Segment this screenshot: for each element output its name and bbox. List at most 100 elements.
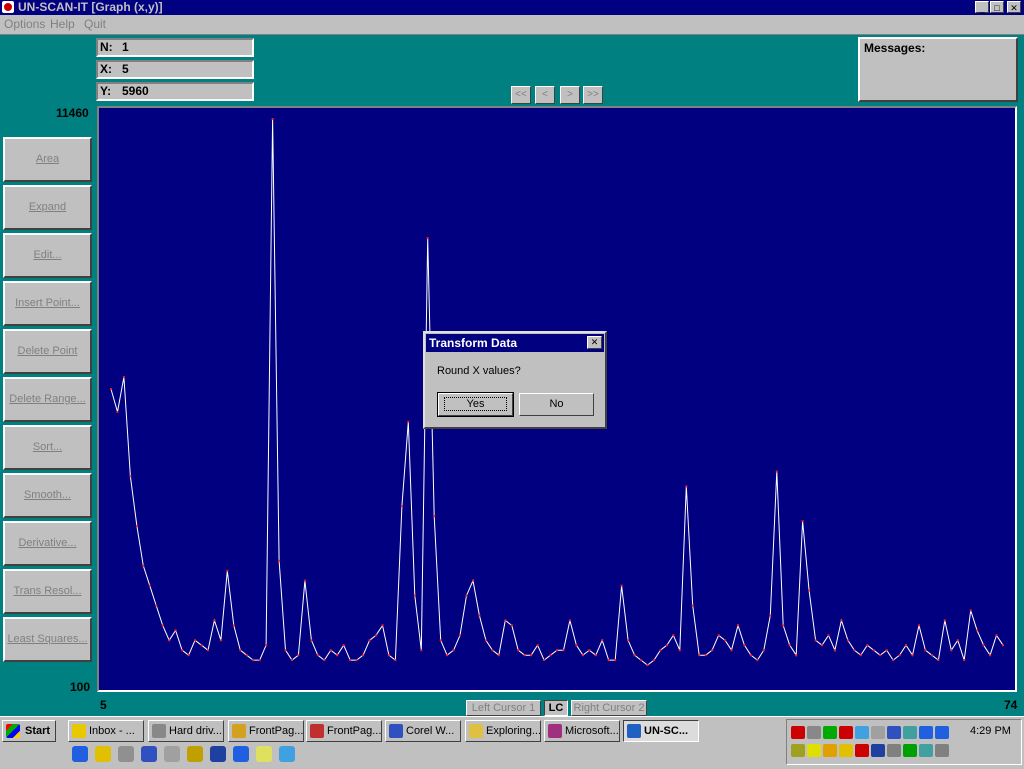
- notepad-icon[interactable]: [256, 746, 272, 762]
- data-point[interactable]: [491, 649, 494, 652]
- data-point[interactable]: [859, 654, 862, 657]
- data-point[interactable]: [685, 485, 688, 488]
- data-point[interactable]: [342, 644, 345, 647]
- ie-icon[interactable]: [72, 746, 88, 762]
- tray-icon-4[interactable]: [839, 726, 853, 739]
- data-point[interactable]: [504, 619, 507, 622]
- last-point-button[interactable]: >>: [583, 86, 603, 104]
- expand-button[interactable]: Expand: [3, 185, 92, 230]
- help-icon[interactable]: [279, 746, 295, 762]
- data-point[interactable]: [110, 388, 112, 391]
- data-point[interactable]: [711, 649, 714, 652]
- tray-icon-12[interactable]: [807, 744, 821, 757]
- data-point[interactable]: [400, 505, 403, 508]
- data-point[interactable]: [918, 624, 920, 627]
- data-point[interactable]: [530, 654, 533, 657]
- data-point[interactable]: [291, 659, 293, 662]
- tray-icon-10[interactable]: [935, 726, 949, 739]
- least-squares-button[interactable]: Least Squares...: [3, 617, 92, 662]
- data-point[interactable]: [297, 654, 300, 657]
- dos-icon[interactable]: [164, 746, 180, 762]
- data-point[interactable]: [769, 614, 772, 617]
- data-point[interactable]: [866, 644, 869, 647]
- data-point[interactable]: [601, 639, 604, 642]
- data-point[interactable]: [213, 619, 216, 622]
- area-button[interactable]: Area: [3, 137, 92, 182]
- tray-icon-9[interactable]: [919, 726, 933, 739]
- data-point[interactable]: [142, 564, 145, 567]
- data-point[interactable]: [801, 520, 804, 523]
- data-point[interactable]: [155, 604, 158, 607]
- data-point[interactable]: [278, 559, 281, 562]
- data-point[interactable]: [989, 654, 992, 657]
- data-point[interactable]: [303, 579, 306, 582]
- data-point[interactable]: [788, 644, 791, 647]
- data-point[interactable]: [782, 624, 785, 627]
- data-point[interactable]: [943, 619, 946, 622]
- data-point[interactable]: [730, 649, 733, 652]
- data-point[interactable]: [148, 584, 151, 587]
- data-point[interactable]: [575, 644, 578, 647]
- data-point[interactable]: [633, 654, 636, 657]
- data-point[interactable]: [271, 118, 274, 120]
- data-point[interactable]: [691, 604, 694, 607]
- data-point[interactable]: [698, 654, 701, 657]
- data-point[interactable]: [265, 644, 268, 647]
- data-point[interactable]: [665, 644, 668, 647]
- data-point[interactable]: [413, 594, 416, 597]
- desktop-icon[interactable]: [118, 746, 134, 762]
- sort-button[interactable]: Sort...: [3, 425, 92, 470]
- lc-button[interactable]: LC: [544, 700, 568, 716]
- disk-icon[interactable]: [210, 746, 226, 762]
- task-frontpage-2[interactable]: FrontPag...: [306, 720, 382, 742]
- eye-icon[interactable]: [233, 746, 249, 762]
- data-point[interactable]: [976, 629, 979, 632]
- data-point[interactable]: [543, 659, 546, 662]
- task-corel[interactable]: Corel W...: [385, 720, 461, 742]
- tray-icon-5[interactable]: [855, 726, 869, 739]
- edit-button[interactable]: Edit...: [3, 233, 92, 278]
- data-point[interactable]: [510, 624, 513, 627]
- data-point[interactable]: [284, 649, 287, 652]
- data-point[interactable]: [982, 644, 985, 647]
- data-point[interactable]: [556, 649, 558, 652]
- data-point[interactable]: [420, 649, 423, 652]
- tray-icon-2[interactable]: [807, 726, 821, 739]
- data-point[interactable]: [226, 569, 229, 572]
- yes-button[interactable]: Yes: [437, 392, 514, 417]
- tray-icon-20[interactable]: [935, 744, 949, 757]
- data-point[interactable]: [892, 659, 895, 662]
- data-point[interactable]: [581, 654, 584, 657]
- data-point[interactable]: [833, 649, 836, 652]
- menu-options[interactable]: Options: [4, 17, 45, 31]
- data-point[interactable]: [821, 644, 823, 647]
- data-point[interactable]: [387, 654, 390, 657]
- data-point[interactable]: [775, 470, 778, 473]
- data-point[interactable]: [905, 644, 907, 647]
- data-point[interactable]: [911, 654, 914, 657]
- data-point[interactable]: [232, 624, 235, 627]
- data-point[interactable]: [937, 659, 940, 662]
- data-point[interactable]: [717, 634, 720, 637]
- data-point[interactable]: [653, 659, 655, 662]
- data-point[interactable]: [129, 475, 132, 478]
- data-point[interactable]: [737, 624, 739, 627]
- maximize-button[interactable]: □: [990, 1, 1004, 13]
- tray-icon-8[interactable]: [903, 726, 917, 739]
- data-point[interactable]: [452, 649, 455, 652]
- data-point[interactable]: [588, 649, 591, 652]
- data-point[interactable]: [614, 659, 617, 662]
- outlook-icon[interactable]: [95, 746, 111, 762]
- data-point[interactable]: [808, 589, 811, 592]
- data-point[interactable]: [549, 654, 552, 657]
- data-point[interactable]: [439, 639, 442, 642]
- right-cursor-button[interactable]: Right Cursor 2: [571, 700, 647, 716]
- data-point[interactable]: [252, 659, 255, 662]
- tray-icon-14[interactable]: [839, 744, 853, 757]
- data-point[interactable]: [194, 639, 196, 642]
- data-point[interactable]: [135, 525, 138, 528]
- data-point[interactable]: [426, 237, 429, 240]
- data-point[interactable]: [678, 649, 681, 652]
- data-point[interactable]: [640, 659, 642, 662]
- data-point[interactable]: [568, 619, 571, 622]
